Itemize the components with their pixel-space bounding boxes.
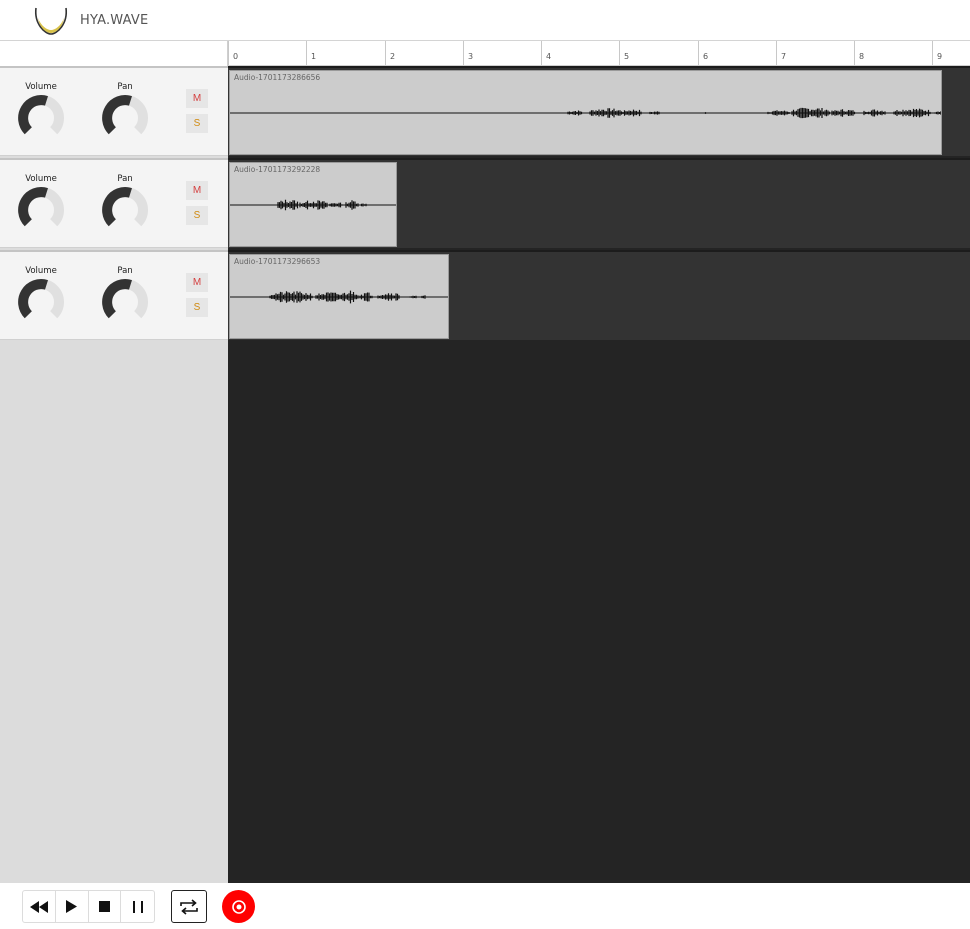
waveform [230,199,396,211]
clip-name: Audio-1701173296653 [234,257,321,266]
pan-knob[interactable] [101,94,149,142]
pan-label: Pan [117,266,133,276]
record-icon [231,899,246,914]
ruler-tick-label: 4 [546,52,552,61]
transport-controls [22,890,155,923]
ruler-tick-label: 0 [233,52,239,61]
volume-control: Volume [16,174,66,234]
timeline-ruler[interactable]: 0 1 2 3 4 5 6 7 8 9 [228,41,970,66]
ruler-tick: 1 [306,41,316,65]
audio-clip[interactable]: Audio-1701173296653 [229,254,449,339]
ruler-tick: 7 [776,41,786,65]
ruler-tick-label: 5 [624,52,630,61]
volume-label: Volume [25,266,57,276]
track-control-3: Volume Pan M S [0,250,228,340]
timeline-area[interactable]: Audio-1701173286656 Audio-1701173292228 … [228,66,970,883]
pan-label: Pan [117,82,133,92]
ruler-tick: 0 [228,41,238,65]
ruler-tick: 5 [619,41,629,65]
track-lane-2[interactable]: Audio-1701173292228 [228,158,970,248]
ruler-tick-label: 3 [468,52,474,61]
daw-app: HYA.WAVE 0 1 2 3 4 5 6 7 8 9 Volume Pan [0,0,970,929]
ruler-tick: 9 [932,41,942,65]
clip-name: Audio-1701173286656 [234,73,321,82]
pan-label: Pan [117,174,133,184]
volume-control: Volume [16,82,66,142]
ruler-spacer [0,41,228,66]
logo-icon [35,7,67,35]
audio-clip[interactable]: Audio-1701173286656 [229,70,942,155]
track-lane-3[interactable]: Audio-1701173296653 [228,250,970,340]
app-title: HYA.WAVE [80,13,149,28]
mute-button[interactable]: M [186,273,208,292]
ruler-tick-label: 1 [311,52,317,61]
volume-control: Volume [16,266,66,326]
ruler-tick: 8 [854,41,864,65]
solo-button[interactable]: S [186,114,208,133]
mute-button[interactable]: M [186,181,208,200]
track-control-1: Volume Pan M S [0,66,228,156]
ruler-tick: 4 [541,41,551,65]
loop-icon [180,898,198,915]
pan-control: Pan [100,266,150,326]
track-control-2: Volume Pan M S [0,158,228,248]
ruler-tick-label: 8 [859,52,865,61]
play-button[interactable] [56,891,89,922]
pan-control: Pan [100,82,150,142]
pan-knob[interactable] [101,186,149,234]
waveform [230,107,941,119]
ruler-tick: 6 [698,41,708,65]
volume-label: Volume [25,82,57,92]
waveform [230,290,448,304]
track-lane-1[interactable]: Audio-1701173286656 [228,66,970,156]
rewind-icon [29,900,48,913]
track-controls-panel: Volume Pan M S Volume Pan M S Volume Pan… [0,66,228,883]
loop-button[interactable] [171,890,207,923]
ruler-tick: 3 [463,41,473,65]
stop-icon [98,901,110,912]
pause-icon [132,900,143,913]
stop-button[interactable] [89,891,122,922]
volume-knob[interactable] [17,186,65,234]
volume-knob[interactable] [17,94,65,142]
ruler-tick-label: 9 [937,52,943,61]
ruler-tick: 2 [385,41,395,65]
clip-name: Audio-1701173292228 [234,165,321,174]
mute-button[interactable]: M [186,89,208,108]
solo-button[interactable]: S [186,206,208,225]
pan-control: Pan [100,174,150,234]
ruler-tick-label: 2 [390,52,396,61]
ruler-tick-label: 6 [703,52,709,61]
app-header: HYA.WAVE [0,0,970,41]
ruler-tick-label: 7 [781,52,787,61]
record-button[interactable] [222,890,255,923]
play-icon [66,900,78,913]
solo-button[interactable]: S [186,298,208,317]
volume-knob[interactable] [17,278,65,326]
pan-knob[interactable] [101,278,149,326]
rewind-button[interactable] [23,891,56,922]
audio-clip[interactable]: Audio-1701173292228 [229,162,397,247]
pause-button[interactable] [121,891,154,922]
volume-label: Volume [25,174,57,184]
transport-bar [0,883,970,929]
